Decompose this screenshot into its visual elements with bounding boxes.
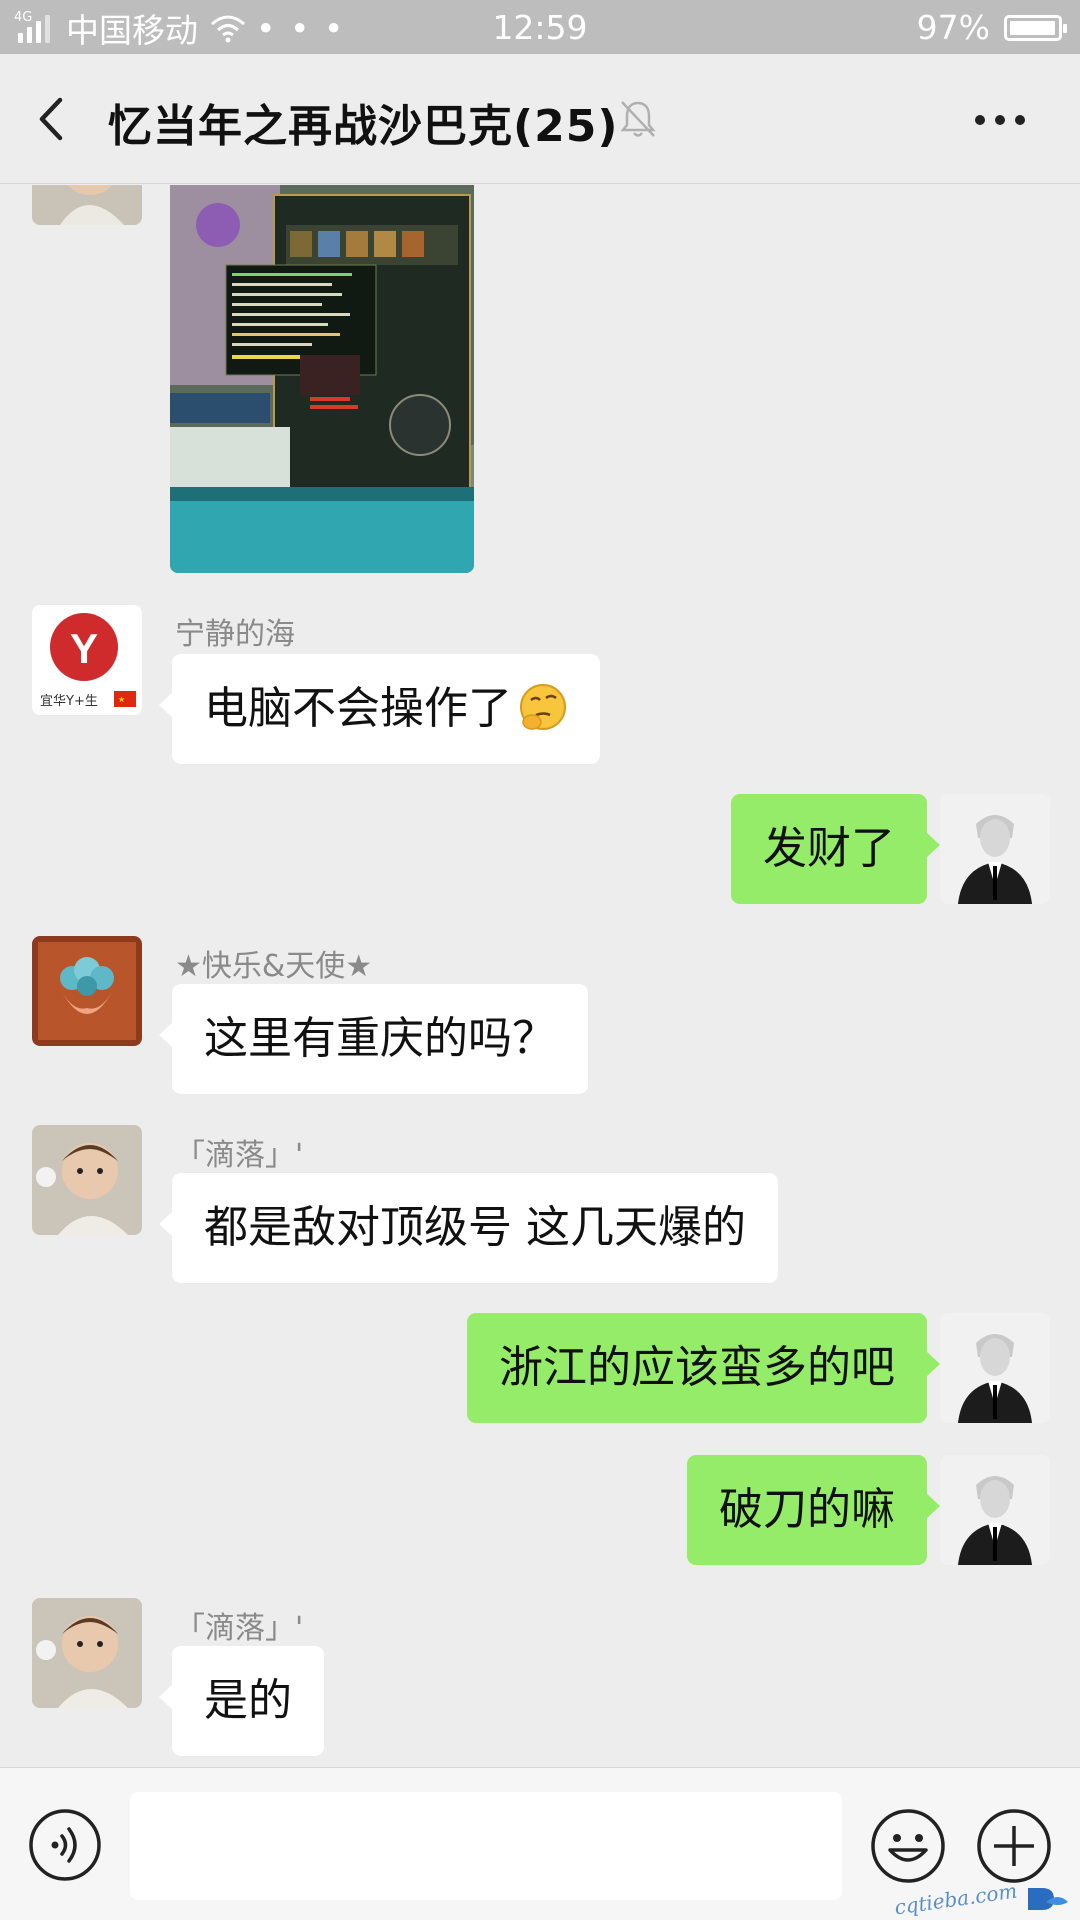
message-bubble[interactable]: 是的 — [159, 1646, 324, 1756]
status-bar: 4G 中国移动 • • • 12:59 97% — [0, 0, 1080, 54]
avatar-diluo-partial[interactable] — [32, 185, 142, 225]
shared-game-screenshot[interactable] — [170, 185, 474, 573]
avatar-self[interactable] — [940, 1455, 1050, 1565]
plus-icon[interactable] — [976, 1808, 1052, 1884]
svg-text:★: ★ — [118, 695, 125, 704]
nav-bar: 忆当年之再战沙巴克(25) — [0, 54, 1080, 184]
avatar-self[interactable] — [940, 794, 1050, 904]
avatar-diluo[interactable] — [32, 1125, 142, 1235]
avatar-logo-letter: Y — [70, 625, 98, 672]
message-text: 都是敌对顶级号 这几天爆的 — [204, 1202, 746, 1253]
watermark: cqtieba.com — [893, 1879, 1070, 1919]
message-bubble-outgoing[interactable]: 浙江的应该蛮多的吧 — [467, 1313, 940, 1423]
watermark-logo-icon — [1028, 1888, 1068, 1910]
battery-icon — [1004, 14, 1067, 41]
sender-name: 宁静的海 — [175, 617, 295, 652]
avatar-caption: 宜华Y+生 — [40, 694, 98, 709]
sender-name: 「滴落」' — [175, 1138, 304, 1173]
mute-bell-icon — [620, 101, 656, 137]
message-input[interactable] — [130, 1792, 842, 1900]
message-bubble-outgoing[interactable]: 破刀的嘛 — [687, 1455, 940, 1565]
input-bar: cqtieba.com — [0, 1767, 1080, 1920]
voice-input-icon[interactable] — [28, 1808, 102, 1882]
message-text: 破刀的嘛 — [719, 1484, 895, 1535]
status-right: 97% — [916, 8, 1067, 47]
avatar-ningjing[interactable]: Y 宜华Y+生 ★ — [32, 605, 142, 715]
battery-percent: 97% — [916, 8, 990, 47]
avatar-self[interactable] — [940, 1313, 1050, 1423]
message-bubble-outgoing[interactable]: 发财了 — [731, 794, 940, 904]
message-text: 这里有重庆的吗？ — [204, 1013, 556, 1064]
message-bubble[interactable]: 电脑不会操作了 — [159, 654, 600, 764]
message-text: 电脑不会操作了 — [204, 683, 512, 734]
chat-title: 忆当年之再战沙巴克(25) — [108, 101, 619, 152]
more-options-icon[interactable] — [972, 100, 1028, 140]
avatar-kuaile[interactable] — [32, 936, 142, 1046]
chat-message-list[interactable]: Y 宜华Y+生 ★ 宁静的海 电脑不会操作了 发财了 ★快乐&天使★ 这里有重庆… — [0, 185, 1080, 1767]
message-text: 发财了 — [763, 823, 895, 874]
watermark-text: cqtieba.com — [893, 1878, 1020, 1920]
thinking-emoji-icon — [520, 684, 566, 730]
back-icon[interactable] — [26, 92, 80, 146]
message-bubble[interactable]: 这里有重庆的吗？ — [159, 984, 588, 1094]
sender-name: 「滴落」' — [175, 1611, 304, 1646]
battery-fill — [1010, 20, 1055, 35]
message-text: 浙江的应该蛮多的吧 — [499, 1342, 895, 1393]
message-bubble[interactable]: 都是敌对顶级号 这几天爆的 — [159, 1173, 778, 1283]
message-text: 是的 — [204, 1675, 292, 1726]
sender-name: ★快乐&天使★ — [175, 949, 373, 984]
emoji-icon[interactable] — [870, 1808, 946, 1884]
avatar-diluo[interactable] — [32, 1598, 142, 1708]
